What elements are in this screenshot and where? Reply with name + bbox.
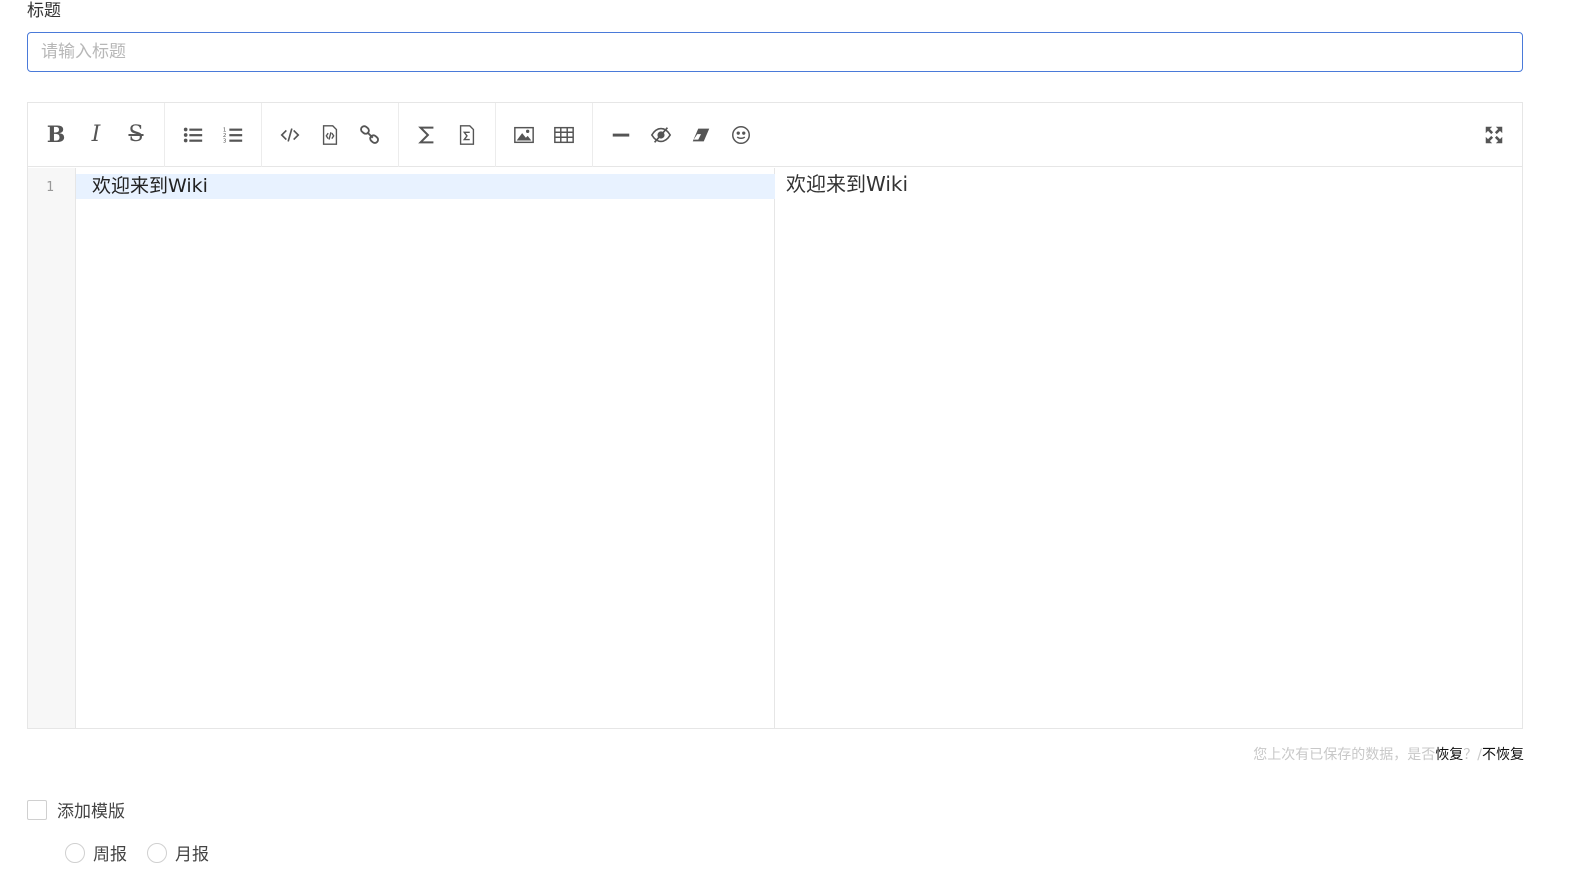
emoji-icon [732,125,750,144]
template-options: 周报 月报 [65,840,229,865]
code-icon [280,127,300,142]
link-icon [360,124,379,144]
table-button[interactable] [544,115,584,155]
preview-text: 欢迎来到Wiki [786,172,909,196]
numbered-list-button[interactable]: 1 2 3 [213,115,253,155]
add-template-label: 添加模版 [57,802,125,822]
toolbar-group-math [399,102,496,167]
image-icon [514,126,534,143]
italic-icon: I [91,122,101,147]
math-icon [418,126,434,143]
monthly-report-label: 月报 [175,845,209,865]
fullscreen-icon [1485,126,1503,144]
bullet-list-button[interactable] [173,115,213,155]
restore-prompt: 您上次有已保存的数据，是否恢复？/不恢复 [1253,744,1524,764]
markdown-preview: 欢迎来到Wiki [776,168,1522,728]
svg-text:3: 3 [223,138,227,144]
discard-link[interactable]: 不恢复 [1482,747,1524,763]
strikethrough-icon: S [128,122,144,147]
markdown-input-area[interactable]: 欢迎来到Wiki [76,168,775,728]
horizontal-rule-icon [612,133,630,137]
bold-button[interactable]: B [36,115,76,155]
title-label: 标题 [27,1,61,21]
toolbar-group-lists: 1 2 3 [165,102,262,167]
image-button[interactable] [504,115,544,155]
editor-toolbar: B I S 1 2 3 [28,102,1522,167]
strikethrough-button[interactable]: S [116,115,156,155]
line-number: 1 [46,180,54,195]
restore-separator: ？/ [1463,747,1482,763]
toolbar-group-media [496,102,593,167]
code-block-icon [322,124,338,145]
table-icon [554,126,574,143]
bullet-list-icon [183,127,203,142]
horizontal-rule-button[interactable] [601,115,641,155]
markdown-editor: B I S 1 2 3 1 欢迎来到Wiki 欢迎来到Wiki [27,102,1523,729]
code-line[interactable]: 欢迎来到Wiki [92,174,208,199]
clear-format-button[interactable] [681,115,721,155]
preview-toggle-button[interactable] [641,115,681,155]
emoji-button[interactable] [721,115,761,155]
toolbar-group-misc [593,103,769,167]
bold-icon: B [46,121,66,148]
math-button[interactable] [407,115,447,155]
fullscreen-button[interactable] [1474,115,1514,155]
toolbar-group-text: B I S [28,102,165,167]
restore-message: 您上次有已保存的数据，是否 [1253,747,1436,763]
line-number-gutter: 1 [28,168,76,728]
weekly-report-label: 周报 [93,845,127,865]
title-input[interactable] [27,32,1523,72]
weekly-report-radio[interactable] [65,842,85,863]
math-block-button[interactable] [447,115,487,155]
code-block-button[interactable] [310,115,350,155]
math-block-icon [459,124,475,145]
toolbar-group-code [262,102,399,167]
add-template-row: 添加模版 [27,797,125,822]
monthly-report-radio[interactable] [147,842,167,863]
preview-toggle-icon [650,126,672,143]
numbered-list-icon: 1 2 3 [223,127,243,144]
link-button[interactable] [350,115,390,155]
clear-format-icon [692,128,710,141]
code-button[interactable] [270,115,310,155]
add-template-checkbox[interactable] [27,799,47,820]
italic-button[interactable]: I [76,115,116,155]
restore-link[interactable]: 恢复 [1435,747,1463,763]
